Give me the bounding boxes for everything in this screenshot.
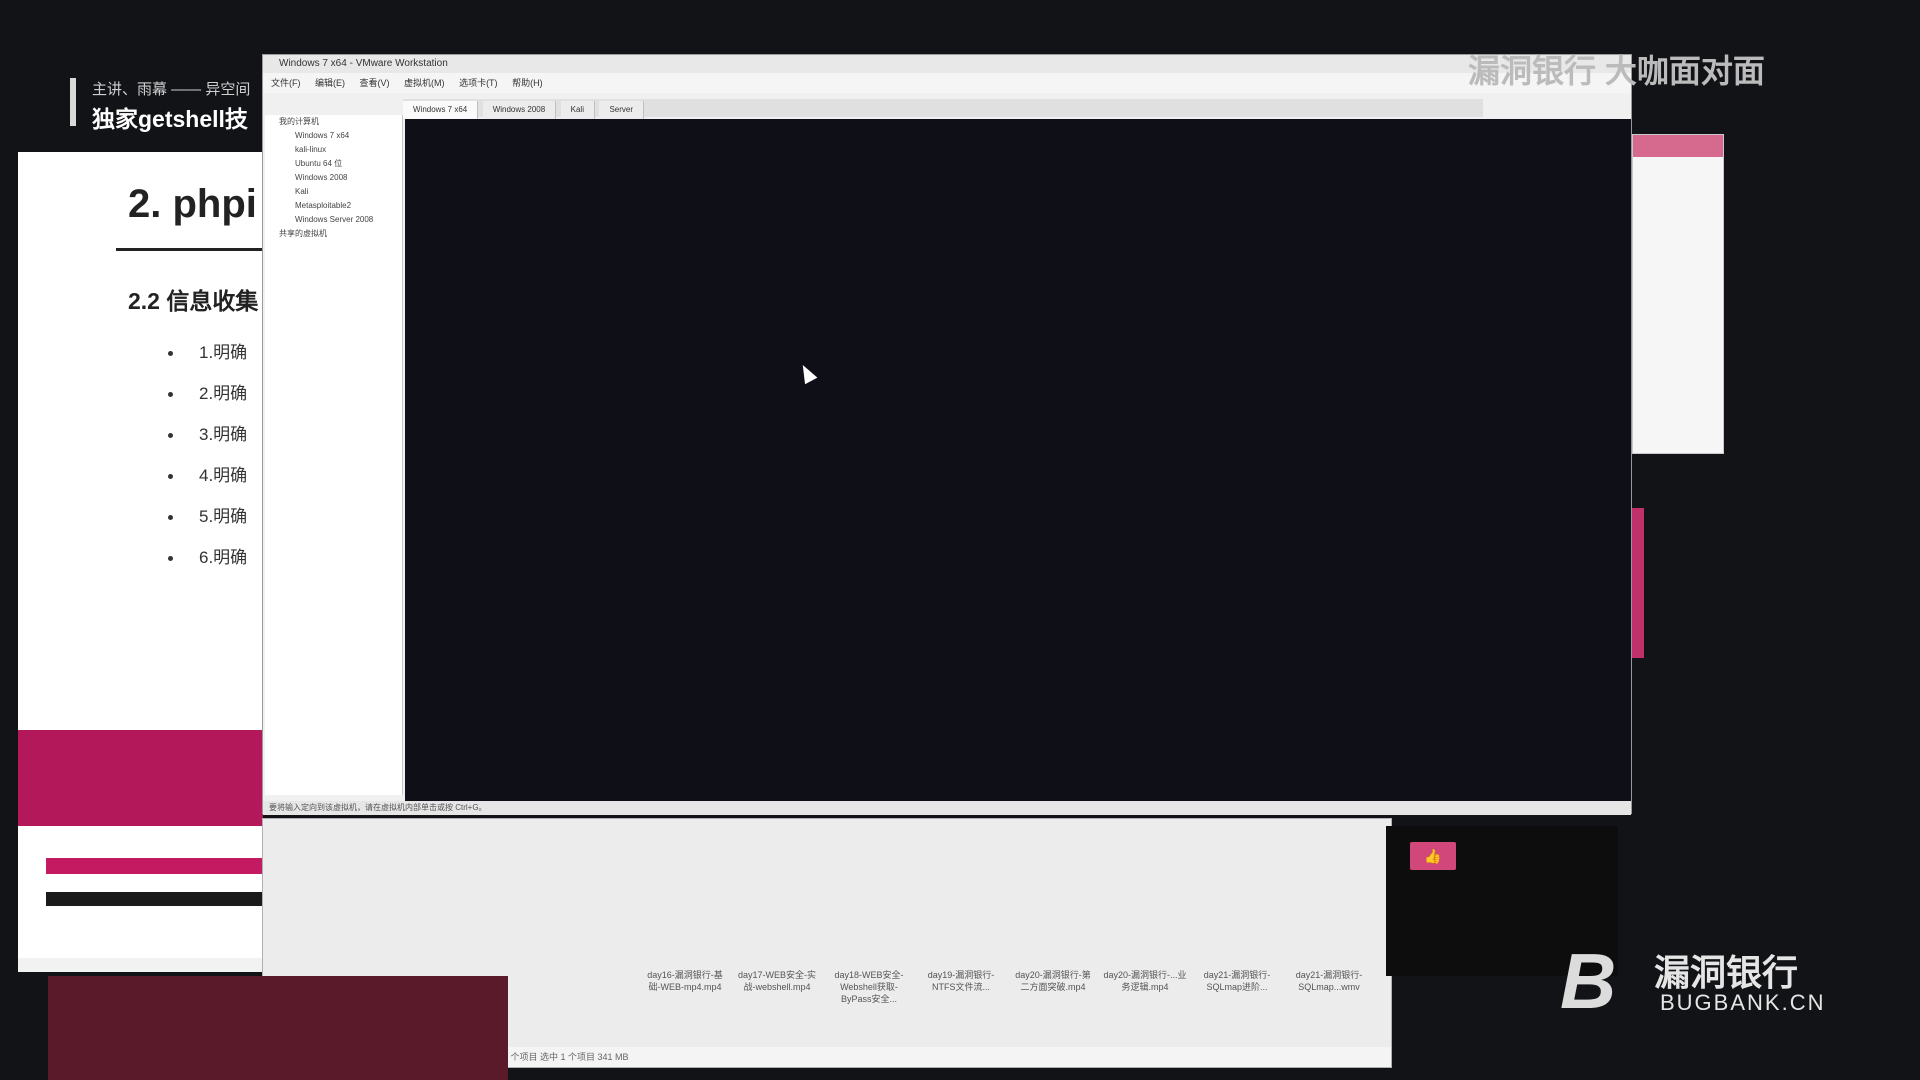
vm-console-screen[interactable] <box>405 119 1631 809</box>
lecture-header: 主讲、雨幕 —— 异空间 独家getshell技 <box>70 76 270 132</box>
file-item[interactable]: day17-WEB安全-实战-webshell.mp4 <box>735 969 819 993</box>
pink-stripe <box>1632 508 1644 658</box>
library-item[interactable]: kali-linux <box>265 143 402 157</box>
vmware-window: Windows 7 x64 - VMware Workstation 文件(F)… <box>262 54 1632 815</box>
slide-status-bar <box>18 958 263 972</box>
thumbnail-bar[interactable] <box>46 892 263 906</box>
file-item[interactable]: day18-WEB安全-Webshell获取-ByPass安全... <box>827 969 911 1005</box>
bullet-item: 4.明确 <box>168 455 247 496</box>
header-accent-bar <box>70 78 76 126</box>
title-underline <box>116 248 263 251</box>
vm-status-bar: 要将输入定向到该虚拟机，请在虚拟机内部单击或按 Ctrl+G。 <box>263 801 1631 815</box>
bullet-item: 1.明确 <box>168 332 247 373</box>
menu-edit[interactable]: 编辑(E) <box>315 78 345 88</box>
menu-view[interactable]: 查看(V) <box>360 78 390 88</box>
watermark-top-text: 漏洞银行 大咖面对面 <box>1468 53 1765 89</box>
side-panel <box>1632 134 1724 454</box>
presentation-slide: 2. phpi 2.2 信息收集 1.明确 2.明确 3.明确 4.明确 5.明… <box>18 152 263 972</box>
menu-tabs[interactable]: 选项卡(T) <box>459 78 498 88</box>
bugbank-logo-icon: B <box>1560 937 1617 1025</box>
file-item[interactable]: day20-漏洞银行-第二方面突破.mp4 <box>1011 969 1095 993</box>
library-item[interactable]: Metasploitable2 <box>265 199 402 213</box>
slide-footer-block <box>18 730 263 826</box>
watermark-top: 漏洞银行 大咖面对面 <box>1468 40 1888 100</box>
bullet-item: 6.明确 <box>168 537 247 578</box>
tab-server[interactable]: Server <box>599 101 644 119</box>
file-list: day16-漏洞银行-基础-WEB-mp4.mp4 day17-WEB安全-实战… <box>643 969 1383 1029</box>
library-item[interactable]: Windows 7 x64 <box>265 129 402 143</box>
bullet-item: 5.明确 <box>168 496 247 537</box>
file-item[interactable]: day21-漏洞银行-SQLmap...wmv <box>1287 969 1371 993</box>
bullet-list: 1.明确 2.明确 3.明确 4.明确 5.明确 6.明确 <box>168 332 247 578</box>
slide-subtitle: 2.2 信息收集 <box>128 288 259 314</box>
side-panel-header <box>1633 135 1723 157</box>
thumbnail-bar[interactable] <box>46 858 263 874</box>
menu-help[interactable]: 帮助(H) <box>512 78 543 88</box>
tab-kali[interactable]: Kali <box>560 101 595 119</box>
vm-library: 我的计算机 Windows 7 x64 kali-linux Ubuntu 64… <box>265 115 403 795</box>
menu-bar: 文件(F) 编辑(E) 查看(V) 虚拟机(M) 选项卡(T) 帮助(H) <box>263 73 1631 93</box>
file-item[interactable]: day19-漏洞银行-NTFS文件流... <box>919 969 1003 993</box>
bugbank-cn: 漏洞银行 <box>1654 952 1799 993</box>
window-title: Windows 7 x64 - VMware Workstation <box>263 55 1631 73</box>
menu-file[interactable]: 文件(F) <box>271 78 301 88</box>
library-item[interactable]: Ubuntu 64 位 <box>265 157 402 171</box>
library-item[interactable]: Kali <box>265 185 402 199</box>
bugbank-logo: B 漏洞银行 BUGBANK.CN <box>1560 937 1880 1025</box>
vm-tab-bar: Windows 7 x64 Windows 2008 Kali Server <box>403 99 1483 119</box>
library-item[interactable]: Windows Server 2008 <box>265 213 402 227</box>
bullet-item: 2.明确 <box>168 373 247 414</box>
file-item[interactable]: day20-漏洞银行-...业务逻辑.mp4 <box>1103 969 1187 993</box>
tab-windows7[interactable]: Windows 7 x64 <box>403 101 479 119</box>
course-title: 独家getshell技 <box>92 106 248 132</box>
bullet-item: 3.明确 <box>168 414 247 455</box>
slide-title: 2. phpi <box>128 182 257 226</box>
bugbank-en: BUGBANK.CN <box>1660 990 1826 1015</box>
menu-vm[interactable]: 虚拟机(M) <box>404 78 445 88</box>
file-item[interactable]: day16-漏洞银行-基础-WEB-mp4.mp4 <box>643 969 727 993</box>
library-root[interactable]: 我的计算机 <box>265 115 402 129</box>
library-shared[interactable]: 共享的虚拟机 <box>265 227 402 241</box>
file-item[interactable]: day21-漏洞银行-SQLmap进阶... <box>1195 969 1279 993</box>
like-button[interactable]: 👍 <box>1410 842 1456 870</box>
lecturer-label: 主讲、雨幕 —— 异空间 <box>92 81 251 98</box>
library-item[interactable]: Windows 2008 <box>265 171 402 185</box>
tab-windows2008[interactable]: Windows 2008 <box>482 101 557 119</box>
background-window <box>48 976 508 1080</box>
